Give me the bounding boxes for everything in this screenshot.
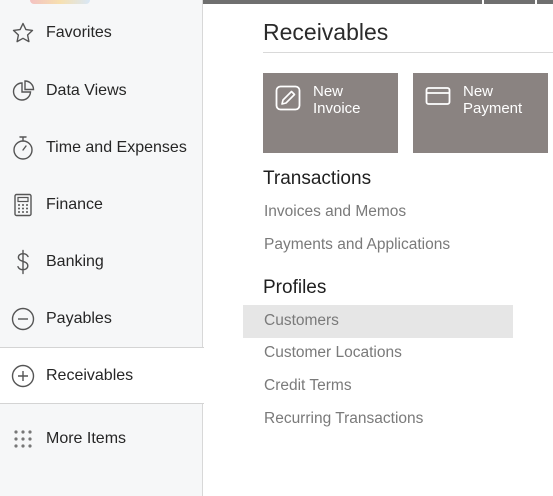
new-payment-tile[interactable]: New Payment: [413, 73, 548, 153]
new-invoice-tile[interactable]: New Invoice: [263, 73, 398, 153]
calculator-icon: [10, 192, 36, 218]
sidebar-item-label: Time and Expenses: [46, 138, 187, 156]
sidebar-item-label: Banking: [46, 252, 104, 270]
sidebar-item-finance[interactable]: Finance: [0, 176, 203, 233]
sidebar-item-label: Data Views: [46, 81, 127, 99]
link-recurring-transactions[interactable]: Recurring Transactions: [264, 410, 423, 428]
pie-chart-icon: [10, 78, 36, 104]
title-divider: [263, 52, 553, 53]
section-title-transactions: Transactions: [263, 168, 372, 189]
link-customer-locations[interactable]: Customer Locations: [264, 344, 402, 362]
section-title-profiles: Profiles: [263, 277, 327, 298]
sidebar-item-payables[interactable]: Payables: [0, 290, 203, 347]
sidebar-item-label: Payables: [46, 309, 112, 327]
tile-label: New Payment: [463, 83, 523, 117]
tile-label: New Invoice: [313, 83, 361, 117]
dots-grid-icon: [10, 426, 36, 452]
star-icon: [10, 20, 36, 46]
link-customers[interactable]: Customers: [264, 312, 339, 330]
sidebar-item-label: More Items: [46, 429, 127, 447]
sidebar-item-label: Receivables: [46, 366, 134, 384]
plus-circle-icon: [10, 363, 36, 389]
page-title: Receivables: [263, 19, 389, 45]
sidebar-item-label: Finance: [46, 195, 103, 213]
stopwatch-icon: [10, 135, 36, 161]
link-invoices-and-memos[interactable]: Invoices and Memos: [264, 203, 406, 221]
link-credit-terms[interactable]: Credit Terms: [264, 377, 352, 395]
sidebar: Favorites Data Views Time and Expenses F…: [0, 0, 204, 496]
sidebar-item-more-items[interactable]: More Items: [0, 410, 203, 467]
sidebar-item-banking[interactable]: Banking: [0, 233, 203, 290]
edit-icon: [275, 85, 301, 111]
sidebar-item-label: Favorites: [46, 23, 112, 41]
sidebar-item-time-and-expenses[interactable]: Time and Expenses: [0, 119, 203, 176]
credit-card-icon: [425, 85, 451, 111]
link-payments-and-applications[interactable]: Payments and Applications: [264, 236, 450, 254]
top-bar-divider: [482, 0, 484, 4]
sidebar-item-favorites[interactable]: Favorites: [0, 4, 203, 61]
dollar-icon: [10, 249, 36, 275]
top-bar: [203, 0, 553, 4]
sidebar-item-receivables[interactable]: Receivables: [0, 347, 204, 404]
top-bar-divider: [535, 0, 537, 4]
minus-circle-icon: [10, 306, 36, 332]
sidebar-item-data-views[interactable]: Data Views: [0, 62, 203, 119]
